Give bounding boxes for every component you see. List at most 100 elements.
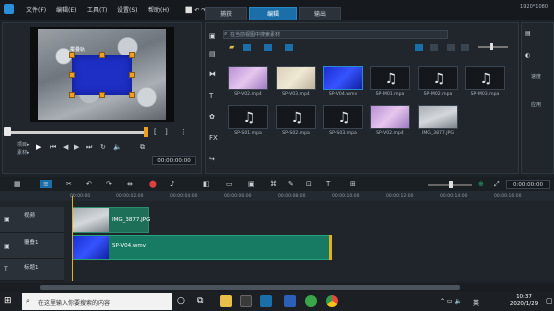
volume-icon[interactable]: 🔈 [113,143,122,151]
menu-file[interactable]: 文件(F) [26,5,46,14]
task-view-icon[interactable]: ⧉ [197,296,203,306]
zoom-in-icon[interactable]: ⊕ [478,180,484,188]
project-mode-label[interactable]: 项目▸ [17,141,30,148]
thumbnail-view-button[interactable] [430,44,438,51]
home-icon[interactable]: ⏮ [50,143,56,152]
thumb-sp-m03[interactable]: ♫ [465,66,505,90]
chrome-icon[interactable] [326,295,338,307]
paint-icon[interactable]: ✎ [288,180,294,188]
resize-handle-tr[interactable] [129,52,135,58]
media-folder-icon[interactable]: ▣ [209,32,216,40]
resize-handle-ml[interactable] [69,72,75,78]
notification-icon[interactable]: ▢ [546,297,553,305]
record-icon[interactable]: ⬤ [149,180,157,188]
prev-frame-icon[interactable]: ◀ [63,143,68,151]
fit-project-icon[interactable]: ⤢ [494,180,500,189]
resize-handle-bl[interactable] [69,92,75,98]
subtitle-icon[interactable]: ▭ [226,180,233,188]
mark-out-icon[interactable]: ] [165,128,168,136]
play-icon[interactable]: ▶ [36,143,41,151]
overlay-clip-preview[interactable] [72,55,132,95]
mark-in-icon[interactable]: [ [154,128,157,136]
repeat-icon[interactable]: ↻ [100,143,106,151]
split-icon[interactable]: ⋮ [180,128,187,136]
taskbar-clock[interactable]: 10:37 2020/1/29 [504,294,544,308]
effect-tab-icon[interactable]: ◐ [525,52,530,59]
thumb-sp-v04[interactable] [323,66,363,90]
menu-tools[interactable]: 工具(T) [87,5,107,14]
thumb-sp-v03[interactable] [276,66,316,90]
multicam-icon[interactable]: ▣ [248,180,255,188]
timeline-view-icon[interactable]: ≡ [40,180,52,188]
clip-mode-label[interactable]: 素材▸ [17,149,30,156]
playhead[interactable] [72,196,73,281]
file-explorer-icon[interactable] [220,295,232,307]
system-tray-icons[interactable]: ⌃ ▭ 🔈 [440,298,462,305]
mask-icon[interactable]: ◧ [203,180,210,188]
trim-end-marker[interactable] [144,127,148,137]
thumbnail-size-slider[interactable] [478,46,508,48]
instant-project-icon[interactable]: ▤ [209,50,216,58]
video-editor-app-icon[interactable] [260,295,272,307]
scrub-thumb[interactable] [4,127,11,136]
thumbnail-size-thumb[interactable] [490,43,493,50]
timeline-timecode[interactable]: 0:00:00:00 [506,180,550,189]
details-button[interactable] [461,44,469,51]
clip-end-handle[interactable] [329,235,332,260]
end-icon[interactable]: ⏭ [86,143,92,152]
thumb-img-3877[interactable] [418,105,458,129]
menu-edit[interactable]: 编辑(E) [56,5,76,14]
windows-start-icon[interactable]: ⊞ [4,296,12,306]
resize-handle-bm[interactable] [99,92,105,98]
save-icon[interactable]: ⬜ ↶ ↷ [185,7,206,14]
clip-sp-v04[interactable] [72,235,332,260]
menu-help[interactable]: 帮助(H) [148,5,169,14]
show-audio-button[interactable] [285,44,293,51]
pan-zoom-icon[interactable]: ⊡ [306,180,312,188]
tab-share[interactable]: 输出 [299,7,341,20]
resize-handle-br[interactable] [129,92,135,98]
tab-edit[interactable]: 编辑 [249,7,297,20]
resize-handle-mr[interactable] [129,72,135,78]
title-icon[interactable]: T [209,92,213,100]
wechat-icon[interactable] [305,295,317,307]
motion-tracking-icon[interactable]: ⌘ [270,180,277,188]
next-frame-icon[interactable]: ▶ [74,143,79,151]
timeline-scroll-thumb[interactable] [40,285,460,290]
show-video-button[interactable] [243,44,251,51]
transition-icon[interactable]: ⧓ [209,70,216,78]
thumb-sp-s01[interactable]: ♫ [228,105,268,129]
options-tab-icon[interactable]: ▤ [525,30,531,37]
menu-settings[interactable]: 设置(S) [117,5,138,14]
import-folder-icon[interactable]: ▰ [229,43,234,51]
cortana-icon[interactable]: ○ [177,296,185,306]
store-icon[interactable] [240,295,252,307]
thumb-sp-v02-copy[interactable] [370,105,410,129]
fit-icon[interactable]: ⇹ [127,180,133,188]
scrub-bar[interactable] [6,131,146,134]
thumb-sp-v02[interactable] [228,66,268,90]
filter-fx-icon[interactable]: FX [209,134,218,142]
storyboard-view-icon[interactable]: ▦ [14,180,21,188]
thumb-sp-s02[interactable]: ♫ [276,105,316,129]
audio-mixer-icon[interactable]: ♪ [170,180,174,188]
show-photo-button[interactable] [264,44,272,51]
list-view-button[interactable] [415,44,423,51]
player-timecode[interactable]: 00:00:00:00 [152,156,196,165]
thumb-sp-m02[interactable]: ♫ [418,66,458,90]
timeline-zoom-thumb[interactable] [449,181,453,188]
thumb-sp-m01[interactable]: ♫ [370,66,410,90]
input-method-indicator[interactable]: 英 [473,298,479,307]
snapshot-icon[interactable]: ⧉ [140,143,145,152]
tab-capture[interactable]: 捕获 [205,7,247,20]
graphic-icon[interactable]: ✿ [209,113,215,121]
redo-icon[interactable]: ↷ [106,180,112,188]
path-icon[interactable]: ↪ [209,155,215,163]
thumb-sp-s03[interactable]: ♫ [323,105,363,129]
split-screen-icon[interactable]: ⊞ [350,180,356,188]
title-tool-icon[interactable]: T [326,180,330,188]
undo-icon[interactable]: ↶ [86,180,92,188]
resize-handle-tm[interactable] [99,52,105,58]
tools-icon[interactable]: ✂ [66,180,72,188]
word-icon[interactable] [284,295,296,307]
